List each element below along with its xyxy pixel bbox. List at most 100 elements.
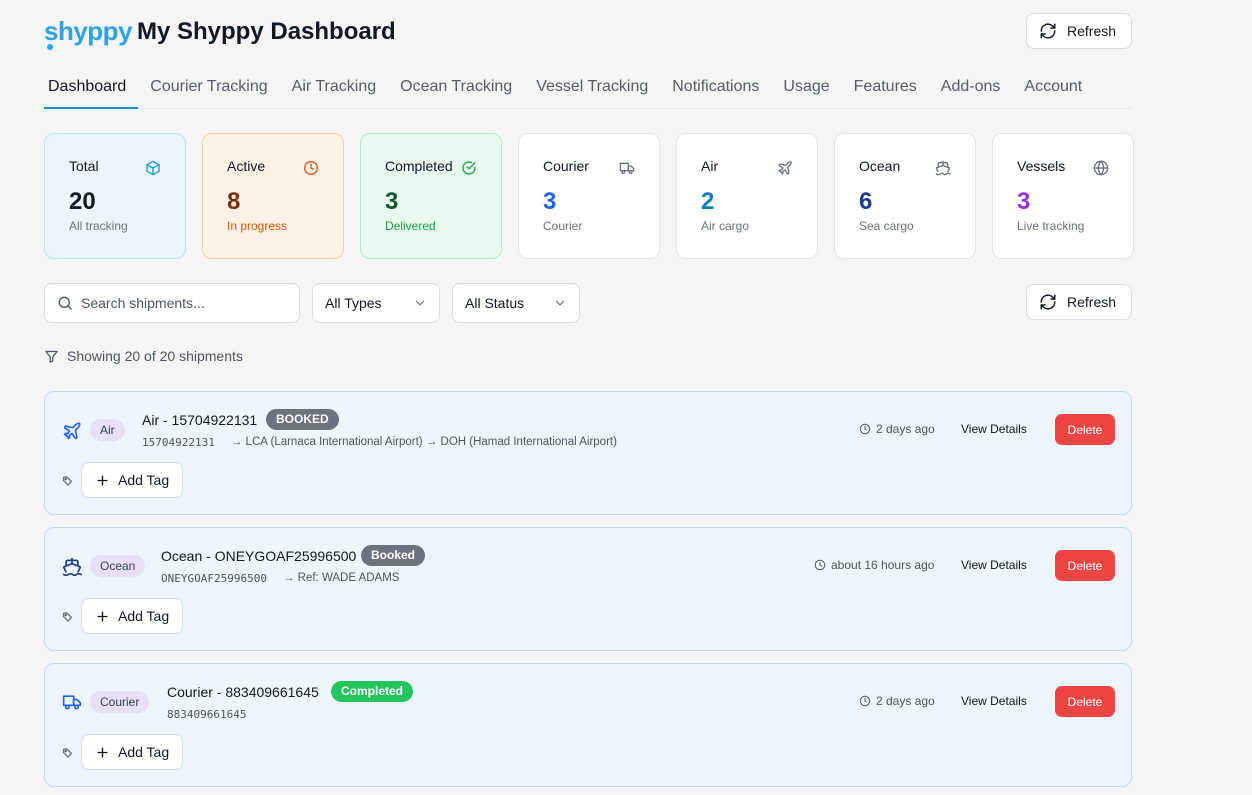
header-refresh-button[interactable]: Refresh xyxy=(1026,13,1132,49)
tag-icon xyxy=(62,748,73,758)
stat-label: Vessels xyxy=(1017,158,1066,174)
delete-button[interactable]: Delete xyxy=(1055,686,1115,717)
status-badge: Booked xyxy=(361,545,426,566)
clock-icon xyxy=(859,423,871,435)
status-badge: Completed xyxy=(331,681,414,702)
stat-card-ocean[interactable]: Ocean 6 Sea cargo xyxy=(834,133,976,259)
plane-icon xyxy=(63,422,81,440)
delete-button[interactable]: Delete xyxy=(1055,414,1115,445)
view-details-button[interactable]: View Details xyxy=(961,422,1027,436)
shipment-time: 2 days ago xyxy=(859,694,935,708)
stat-value: 3 xyxy=(1017,188,1031,215)
type-pill: Ocean xyxy=(90,555,146,577)
stat-label: Air xyxy=(701,158,719,174)
tab-notifications[interactable]: Notifications xyxy=(660,66,771,109)
search-input[interactable] xyxy=(81,295,281,311)
tab-account[interactable]: Account xyxy=(1012,66,1094,109)
tab-usage[interactable]: Usage xyxy=(771,66,841,109)
stat-cards: Total 20 All tracking Active 8 In progre… xyxy=(44,133,1134,259)
tab-courier-tracking[interactable]: Courier Tracking xyxy=(138,66,279,109)
logo-dot xyxy=(47,44,53,50)
route-text: → LCA (Larnaca International Airport) → … xyxy=(230,436,617,448)
page-title: My Shyppy Dashboard xyxy=(137,18,396,45)
add-tag-button[interactable]: Add Tag xyxy=(81,734,183,770)
add-tag-button[interactable]: Add Tag xyxy=(81,462,183,498)
stat-label: Total xyxy=(69,158,99,174)
truck-icon xyxy=(619,162,635,174)
stat-sub: Live tracking xyxy=(1017,219,1085,233)
tag-icon xyxy=(62,612,73,622)
tab-vessel-tracking[interactable]: Vessel Tracking xyxy=(524,66,660,109)
type-pill: Air xyxy=(90,419,125,441)
truck-icon xyxy=(62,695,82,710)
tab-add-ons[interactable]: Add-ons xyxy=(929,66,1013,109)
ship-icon xyxy=(62,557,82,577)
stat-sub: Delivered xyxy=(385,219,436,233)
time-text: about 16 hours ago xyxy=(831,558,935,572)
shipment-meta: ONEYGOAF25996500 → Ref: WADE ADAMS xyxy=(161,572,399,585)
add-tag-label: Add Tag xyxy=(118,608,170,624)
plus-icon xyxy=(97,746,108,758)
refresh-label: Refresh xyxy=(1067,23,1117,39)
time-text: 2 days ago xyxy=(876,694,935,708)
shipment-meta: 15704922131 → LCA (Larnaca International… xyxy=(142,436,617,449)
tab-air-tracking[interactable]: Air Tracking xyxy=(280,66,388,109)
type-select-value: All Types xyxy=(325,295,382,311)
route-text: → Ref: WADE ADAMS xyxy=(282,572,400,584)
stat-card-completed[interactable]: Completed 3 Delivered xyxy=(360,133,502,259)
stat-value: 6 xyxy=(859,188,873,215)
filter-icon xyxy=(45,350,58,363)
chevron-down-icon xyxy=(415,300,425,306)
shipment-title[interactable]: Courier - 883409661645 xyxy=(167,684,319,700)
filter-bar: All Types All Status Refresh xyxy=(44,283,1132,323)
chevron-down-icon xyxy=(555,300,565,306)
view-details-button[interactable]: View Details xyxy=(961,558,1027,572)
stat-card-total[interactable]: Total 20 All tracking xyxy=(44,133,186,259)
stat-label: Courier xyxy=(543,158,589,174)
stat-label: Ocean xyxy=(859,158,901,174)
status-select[interactable]: All Status xyxy=(452,283,580,323)
globe-icon xyxy=(1093,160,1109,176)
shipment-card: Courier Courier - 883409661645 Completed… xyxy=(44,663,1132,787)
add-tag-label: Add Tag xyxy=(118,744,170,760)
plane-icon xyxy=(778,161,792,175)
stat-value: 20 xyxy=(69,188,96,215)
delete-button[interactable]: Delete xyxy=(1055,550,1115,581)
tab-features[interactable]: Features xyxy=(842,66,929,109)
view-details-button[interactable]: View Details xyxy=(961,694,1027,708)
header: shyppy My Shyppy Dashboard Refresh xyxy=(44,0,1132,66)
search-box[interactable] xyxy=(44,283,300,323)
ship-icon xyxy=(935,160,951,176)
stat-label: Completed xyxy=(385,158,453,174)
stat-value: 3 xyxy=(543,188,557,215)
tracking-number: ONEYGOAF25996500 xyxy=(161,572,267,585)
stat-card-active[interactable]: Active 8 In progress xyxy=(202,133,344,259)
shipment-card: Ocean Ocean - ONEYGOAF25996500 Booked ON… xyxy=(44,527,1132,651)
add-tag-button[interactable]: Add Tag xyxy=(81,598,183,634)
shipment-title[interactable]: Air - 15704922131 xyxy=(142,412,257,428)
refresh-icon xyxy=(1040,23,1056,39)
stat-card-courier[interactable]: Courier 3 Courier xyxy=(518,133,660,259)
clock-icon xyxy=(304,161,318,175)
plus-icon xyxy=(97,610,108,622)
shipment-title[interactable]: Ocean - ONEYGOAF25996500 xyxy=(161,548,356,564)
tab-dashboard[interactable]: Dashboard xyxy=(44,66,139,109)
tracking-number: 15704922131 xyxy=(142,436,215,449)
stat-sub: Sea cargo xyxy=(859,219,914,233)
clock-icon xyxy=(814,559,826,571)
refresh-label: Refresh xyxy=(1067,294,1117,310)
tag-icon xyxy=(62,476,73,486)
check-circle-icon xyxy=(462,161,476,175)
type-select[interactable]: All Types xyxy=(312,283,440,323)
add-tag-label: Add Tag xyxy=(118,472,170,488)
tab-ocean-tracking[interactable]: Ocean Tracking xyxy=(388,66,524,109)
results-count: Showing 20 of 20 shipments xyxy=(44,348,243,364)
stat-card-vessels[interactable]: Vessels 3 Live tracking xyxy=(992,133,1134,259)
filter-refresh-button[interactable]: Refresh xyxy=(1026,284,1132,320)
logo[interactable]: shyppy xyxy=(44,16,133,47)
shipment-time: 2 days ago xyxy=(859,422,935,436)
stat-value: 3 xyxy=(385,188,399,215)
stat-sub: Air cargo xyxy=(701,219,750,233)
stat-card-air[interactable]: Air 2 Air cargo xyxy=(676,133,818,259)
stat-label: Active xyxy=(227,158,266,174)
